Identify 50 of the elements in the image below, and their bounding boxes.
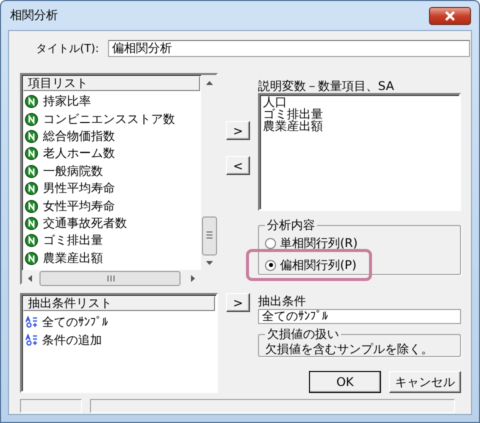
list-item[interactable]: 女性平均寿命 bbox=[22, 197, 201, 215]
n-icon bbox=[25, 200, 38, 213]
group-label: 分析内容 bbox=[265, 218, 317, 232]
ok-button[interactable]: OK bbox=[309, 371, 381, 393]
list-label: 説明変数－数量項目、SA bbox=[258, 79, 396, 93]
close-icon bbox=[444, 10, 456, 20]
condition-field[interactable]: 全てのｻﾝﾌﾟﾙ bbox=[258, 309, 461, 324]
close-button[interactable] bbox=[429, 6, 471, 24]
condition-icon bbox=[25, 316, 39, 328]
cancel-button[interactable]: キャンセル bbox=[389, 371, 461, 393]
n-icon bbox=[25, 182, 38, 196]
list-item[interactable]: 人口 bbox=[263, 96, 456, 108]
radio-option[interactable]: 偏相関行列(P) bbox=[265, 256, 357, 274]
list-item[interactable]: 条件の追加 bbox=[22, 331, 216, 349]
n-icon bbox=[25, 147, 38, 160]
n-icon bbox=[25, 130, 38, 143]
list-item[interactable]: 全てのｻﾝﾌﾟﾙ bbox=[22, 313, 216, 331]
n-icon bbox=[25, 112, 38, 126]
n-icon bbox=[25, 234, 38, 248]
group-text: 欠損値を含むサンプルを除く。 bbox=[265, 342, 434, 356]
list-header: 抽出条件リスト bbox=[23, 296, 215, 311]
list-item[interactable]: 総合物価指数 bbox=[22, 128, 201, 146]
list-item[interactable]: 農業産出額 bbox=[22, 250, 201, 267]
list-item[interactable]: コンビニエンスストア数 bbox=[22, 110, 201, 128]
list-item[interactable]: 持家比率 bbox=[22, 93, 201, 110]
title-label: タイトル(T): bbox=[36, 40, 100, 56]
list-item[interactable]: 男性平均寿命 bbox=[22, 180, 201, 198]
field-label: 抽出条件 bbox=[258, 294, 307, 308]
list-item[interactable]: ゴミ排出量 bbox=[263, 108, 456, 120]
group-label: 欠損値の扱い bbox=[265, 327, 341, 341]
list-item[interactable]: 老人ホーム数 bbox=[22, 145, 201, 163]
list-header: 項目リスト bbox=[23, 76, 200, 91]
radio-button[interactable] bbox=[265, 238, 276, 248]
status-panel bbox=[20, 399, 82, 413]
list-item[interactable]: 農業産出額 bbox=[263, 120, 456, 132]
move-button[interactable]: < bbox=[226, 156, 250, 175]
move-button[interactable]: > bbox=[226, 121, 250, 140]
n-icon bbox=[25, 252, 38, 265]
move-button[interactable]: > bbox=[226, 293, 250, 312]
condition-icon bbox=[25, 334, 39, 346]
radio-button[interactable] bbox=[265, 260, 276, 270]
n-icon bbox=[25, 164, 38, 178]
list-item[interactable]: 一般病院数 bbox=[22, 162, 201, 180]
title-field[interactable]: 偏相関分析 bbox=[108, 40, 470, 56]
n-icon bbox=[25, 95, 38, 108]
n-icon bbox=[25, 216, 38, 230]
window-title: 相関分析 bbox=[10, 7, 58, 24]
list-item[interactable]: ゴミ排出量 bbox=[22, 232, 201, 250]
list-item[interactable]: 交通事故死者数 bbox=[22, 214, 201, 232]
radio-option[interactable]: 単相関行列(R) bbox=[265, 234, 358, 252]
